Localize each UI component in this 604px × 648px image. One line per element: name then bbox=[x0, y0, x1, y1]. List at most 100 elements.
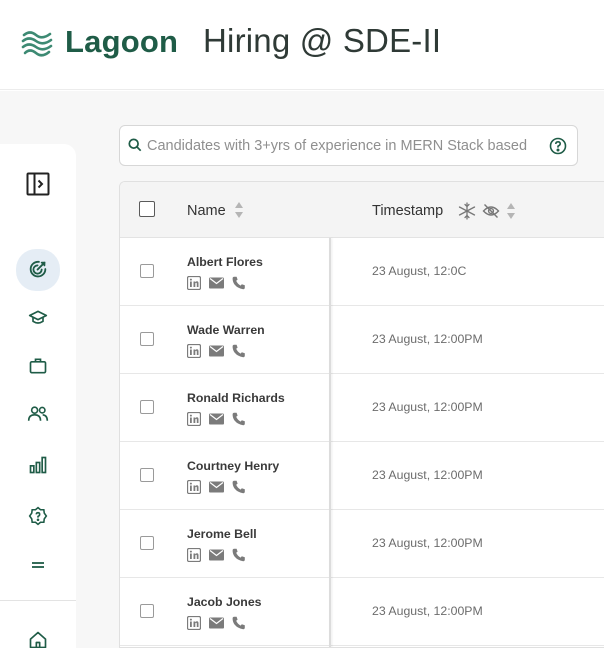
snowflake-icon bbox=[458, 202, 476, 220]
table-row[interactable]: Courtney Henry 23 August, 12:00PM bbox=[120, 442, 604, 510]
contact-icons bbox=[187, 480, 254, 494]
email-button[interactable] bbox=[209, 413, 224, 425]
mail-icon bbox=[209, 345, 224, 357]
hide-column-button[interactable] bbox=[482, 203, 500, 219]
contact-icons bbox=[187, 344, 254, 358]
home-icon bbox=[29, 631, 47, 648]
email-button[interactable] bbox=[209, 345, 224, 357]
graduation-cap-icon bbox=[28, 310, 48, 324]
email-button[interactable] bbox=[209, 617, 224, 629]
linkedin-button[interactable] bbox=[187, 548, 201, 562]
table-row[interactable]: Ronald Richards 23 August, 12:00PM bbox=[120, 374, 604, 442]
contact-icons bbox=[187, 548, 254, 562]
linkedin-icon bbox=[187, 412, 201, 426]
candidate-timestamp: 23 August, 12:00PM bbox=[372, 400, 483, 414]
table-row[interactable]: Wade Warren 23 August, 12:00PM bbox=[120, 306, 604, 374]
briefcase-icon bbox=[29, 358, 47, 374]
email-button[interactable] bbox=[209, 481, 224, 493]
row-checkbox[interactable] bbox=[140, 468, 154, 482]
linkedin-button[interactable] bbox=[187, 344, 201, 358]
sidebar-toggle-button[interactable] bbox=[16, 164, 60, 204]
linkedin-button[interactable] bbox=[187, 276, 201, 290]
row-checkbox[interactable] bbox=[140, 604, 154, 618]
candidates-table: Name Timestamp Albert Flores 23 August, … bbox=[119, 181, 604, 648]
phone-button[interactable] bbox=[232, 548, 246, 562]
target-icon bbox=[29, 260, 47, 278]
menu-icon bbox=[32, 562, 44, 568]
linkedin-icon bbox=[187, 616, 201, 630]
linkedin-icon bbox=[187, 276, 201, 290]
candidate-timestamp: 23 August, 12:00PM bbox=[372, 332, 483, 346]
timestamp-column-actions bbox=[458, 202, 522, 220]
row-checkbox[interactable] bbox=[140, 536, 154, 550]
settings-badge-icon bbox=[28, 506, 48, 526]
sort-icon bbox=[507, 203, 515, 219]
select-all-checkbox[interactable] bbox=[139, 201, 155, 217]
column-header-name[interactable]: Name bbox=[187, 203, 226, 219]
sidebar-item-candidates[interactable] bbox=[16, 394, 60, 434]
help-icon[interactable] bbox=[549, 137, 567, 155]
candidate-timestamp: 23 August, 12:00PM bbox=[372, 468, 483, 482]
candidate-timestamp: 23 August, 12:00PM bbox=[372, 536, 483, 550]
phone-button[interactable] bbox=[232, 480, 246, 494]
sidebar-item-home[interactable] bbox=[16, 620, 60, 648]
linkedin-button[interactable] bbox=[187, 480, 201, 494]
sidebar-item-targets[interactable] bbox=[16, 249, 60, 291]
users-icon bbox=[27, 406, 49, 421]
contact-icons bbox=[187, 616, 254, 630]
candidate-name[interactable]: Courtney Henry bbox=[187, 459, 279, 473]
lagoon-logo-icon bbox=[21, 31, 53, 57]
row-checkbox[interactable] bbox=[140, 332, 154, 346]
sidebar-item-analytics[interactable] bbox=[16, 445, 60, 485]
search-input[interactable] bbox=[147, 134, 547, 158]
mail-icon bbox=[209, 481, 224, 493]
timestamp-sort-button[interactable] bbox=[506, 202, 516, 220]
phone-button[interactable] bbox=[232, 616, 246, 630]
phone-icon bbox=[232, 616, 245, 630]
column-header-timestamp[interactable]: Timestamp bbox=[372, 203, 443, 219]
table-header: Name Timestamp bbox=[120, 182, 604, 238]
eye-off-icon bbox=[482, 204, 500, 218]
candidate-name[interactable]: Wade Warren bbox=[187, 323, 265, 337]
candidate-name[interactable]: Jerome Bell bbox=[187, 527, 257, 541]
candidate-timestamp: 23 August, 12:00PM bbox=[372, 604, 483, 618]
mail-icon bbox=[209, 549, 224, 561]
candidate-name[interactable]: Albert Flores bbox=[187, 255, 263, 269]
freeze-column-button[interactable] bbox=[458, 202, 476, 220]
candidate-name[interactable]: Ronald Richards bbox=[187, 391, 285, 405]
linkedin-button[interactable] bbox=[187, 616, 201, 630]
sidebar-item-education[interactable] bbox=[16, 298, 60, 338]
email-button[interactable] bbox=[209, 277, 224, 289]
phone-button[interactable] bbox=[232, 412, 246, 426]
phone-icon bbox=[232, 412, 245, 426]
candidate-timestamp: 23 August, 12:0C bbox=[372, 264, 467, 278]
search-icon bbox=[128, 138, 142, 152]
linkedin-icon bbox=[187, 344, 201, 358]
phone-button[interactable] bbox=[232, 276, 246, 290]
phone-icon bbox=[232, 548, 245, 562]
table-row[interactable]: Jacob Jones 23 August, 12:00PM bbox=[120, 578, 604, 646]
candidate-name[interactable]: Jacob Jones bbox=[187, 595, 262, 609]
search-bar bbox=[119, 125, 578, 166]
email-button[interactable] bbox=[209, 549, 224, 561]
sort-icon[interactable] bbox=[234, 201, 244, 219]
contact-icons bbox=[187, 276, 254, 290]
bar-chart-icon bbox=[29, 456, 47, 474]
table-row[interactable]: Jerome Bell 23 August, 12:00PM bbox=[120, 510, 604, 578]
phone-icon bbox=[232, 480, 245, 494]
row-checkbox[interactable] bbox=[140, 264, 154, 278]
sidebar-item-settings[interactable] bbox=[16, 496, 60, 536]
sidebar bbox=[0, 144, 76, 648]
sidebar-item-jobs[interactable] bbox=[16, 346, 60, 386]
page-title: Hiring @ SDE-II bbox=[203, 22, 442, 59]
linkedin-icon bbox=[187, 480, 201, 494]
row-checkbox[interactable] bbox=[140, 400, 154, 414]
phone-button[interactable] bbox=[232, 344, 246, 358]
frozen-column-divider bbox=[329, 238, 331, 647]
table-row[interactable]: Albert Flores 23 August, 12:0C bbox=[120, 238, 604, 306]
phone-icon bbox=[232, 344, 245, 358]
phone-icon bbox=[232, 276, 245, 290]
sidebar-item-more[interactable] bbox=[16, 545, 60, 585]
brand-name: Lagoon bbox=[65, 24, 179, 59]
linkedin-button[interactable] bbox=[187, 412, 201, 426]
